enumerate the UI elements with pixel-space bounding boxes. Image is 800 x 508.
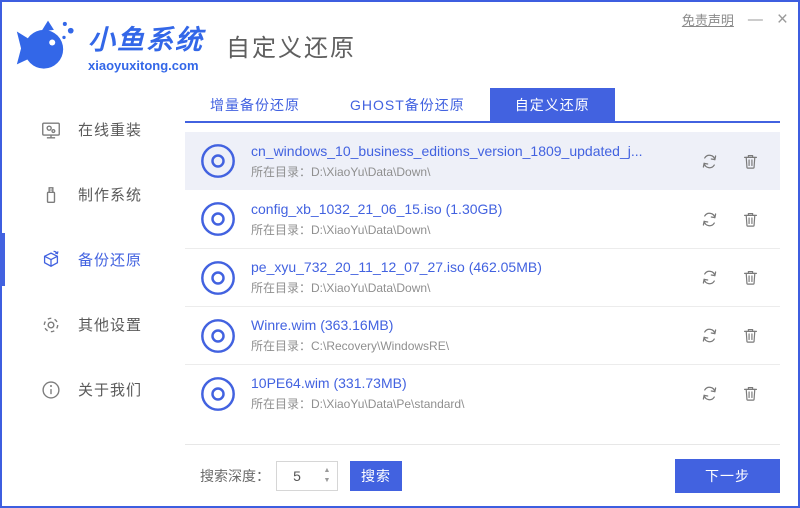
close-button[interactable]: ×: [777, 10, 788, 29]
sidebar-item-label: 备份还原: [78, 252, 143, 269]
sidebar-item-other-settings[interactable]: 其他设置: [2, 292, 185, 357]
stepper-up-icon[interactable]: ▲: [324, 466, 331, 475]
file-path: 所在目录：D:\XiaoYu\Data\Down\: [251, 281, 431, 295]
sidebar-item-make-system[interactable]: 制作系统: [2, 162, 185, 227]
app-window: 免责声明 — × 小鱼系统 xiaoyuxitong.com 自定义还原 在线重…: [0, 0, 800, 508]
table-row[interactable]: pe_xyu_732_20_11_12_07_27.iso (462.05MB)…: [185, 248, 780, 306]
footer-bar: 搜索深度： 5 ▲ ▼ 搜索 下一步: [185, 444, 780, 506]
row-actions: [700, 326, 760, 345]
refresh-icon[interactable]: [700, 326, 719, 345]
titlebar-controls: 免责声明 — ×: [682, 10, 788, 29]
sidebar-item-label: 在线重装: [78, 122, 143, 139]
gear-icon: [40, 314, 62, 336]
file-name: pe_xyu_732_20_11_12_07_27.iso (462.05MB): [251, 259, 542, 275]
row-actions: [700, 210, 760, 229]
backup-file-list: cn_windows_10_business_editions_version_…: [185, 132, 780, 422]
file-info: cn_windows_10_business_editions_version_…: [251, 143, 688, 180]
delete-icon[interactable]: [741, 384, 760, 403]
minimize-button[interactable]: —: [748, 12, 763, 27]
file-info: pe_xyu_732_20_11_12_07_27.iso (462.05MB)…: [251, 259, 688, 296]
file-name: config_xb_1032_21_06_15.iso (1.30GB): [251, 200, 503, 217]
usb-icon: [40, 184, 62, 206]
search-depth-value: 5: [293, 467, 301, 484]
stepper-arrows: ▲ ▼: [317, 462, 337, 490]
delete-icon[interactable]: [741, 152, 760, 171]
tab-0[interactable]: 增量备份还原: [185, 88, 325, 121]
search-depth-label: 搜索深度：: [200, 467, 270, 484]
monitor-icon: [40, 119, 62, 141]
row-actions: [700, 152, 760, 171]
refresh-icon[interactable]: [700, 268, 719, 287]
tab-label: 自定义还原: [514, 96, 590, 113]
fish-logo-icon: [16, 15, 80, 75]
delete-icon[interactable]: [741, 210, 760, 229]
file-info: config_xb_1032_21_06_15.iso (1.30GB) 所在目…: [251, 201, 688, 238]
sidebar-item-label: 关于我们: [78, 382, 143, 399]
file-path: 所在目录：C:\Recovery\WindowsRE\: [251, 339, 450, 353]
sidebar-item-label: 其他设置: [78, 317, 143, 334]
file-name: 10PE64.wim (331.73MB): [251, 375, 407, 391]
search-depth-stepper[interactable]: 5 ▲ ▼: [276, 460, 338, 491]
file-path: 所在目录：D:\XiaoYu\Data\Down\: [251, 222, 431, 237]
refresh-icon[interactable]: [700, 210, 719, 229]
row-actions: [700, 268, 760, 287]
tab-1[interactable]: GHOST备份还原: [325, 88, 490, 121]
row-actions: [700, 384, 760, 403]
search-button[interactable]: 搜索: [350, 460, 402, 491]
page-title: 自定义还原: [226, 34, 356, 62]
file-path: 所在目录：D:\XiaoYu\Data\Down\: [251, 164, 431, 179]
next-step-button[interactable]: 下一步: [675, 458, 780, 493]
disc-icon: [199, 375, 237, 413]
sidebar: 在线重装 制作系统 备份还原 其他设置 关于我们: [0, 88, 185, 506]
disc-icon: [199, 142, 237, 180]
refresh-icon[interactable]: [700, 152, 719, 171]
brand-name: 小鱼系统: [88, 24, 204, 55]
tab-label: 增量备份还原: [210, 96, 300, 113]
main-panel: 增量备份还原 GHOST备份还原 自定义还原 cn_windows_10_bus…: [185, 88, 780, 506]
stepper-down-icon[interactable]: ▼: [324, 476, 331, 485]
sidebar-item-about-us[interactable]: 关于我们: [2, 357, 185, 422]
file-info: 10PE64.wim (331.73MB) 所在目录：D:\XiaoYu\Dat…: [251, 375, 688, 412]
file-path: 所在目录：D:\XiaoYu\Data\Pe\standard\: [251, 397, 465, 411]
refresh-icon[interactable]: [700, 384, 719, 403]
file-name: cn_windows_10_business_editions_version_…: [251, 142, 643, 159]
disclaimer-link[interactable]: 免责声明: [682, 10, 734, 29]
disc-icon: [199, 317, 237, 355]
file-info: Winre.wim (363.16MB) 所在目录：C:\Recovery\Wi…: [251, 317, 688, 354]
brand-domain: xiaoyuxitong.com: [88, 57, 199, 73]
delete-icon[interactable]: [741, 268, 760, 287]
table-row[interactable]: cn_windows_10_business_editions_version_…: [185, 132, 780, 190]
file-name: Winre.wim (363.16MB): [251, 317, 394, 333]
tab-2[interactable]: 自定义还原: [489, 88, 615, 121]
header: 小鱼系统 xiaoyuxitong.com 自定义还原: [2, 2, 798, 88]
content-area: 在线重装 制作系统 备份还原 其他设置 关于我们 增量备份还原 GHOST备份还…: [0, 88, 798, 506]
disc-icon: [199, 200, 237, 238]
disc-icon: [199, 259, 237, 297]
tab-label: GHOST备份还原: [350, 96, 465, 113]
table-row[interactable]: Winre.wim (363.16MB) 所在目录：C:\Recovery\Wi…: [185, 306, 780, 364]
sidebar-item-label: 制作系统: [78, 187, 143, 204]
table-row[interactable]: config_xb_1032_21_06_15.iso (1.30GB) 所在目…: [185, 190, 780, 248]
delete-icon[interactable]: [741, 326, 760, 345]
info-icon: [40, 379, 62, 401]
sidebar-item-backup-restore[interactable]: 备份还原: [0, 227, 185, 292]
tab-bar: 增量备份还原 GHOST备份还原 自定义还原: [185, 88, 780, 123]
table-row[interactable]: 10PE64.wim (331.73MB) 所在目录：D:\XiaoYu\Dat…: [185, 364, 780, 422]
backup-icon: [40, 249, 62, 271]
brand-block: 小鱼系统 xiaoyuxitong.com: [88, 18, 204, 73]
sidebar-item-online-reinstall[interactable]: 在线重装: [2, 97, 185, 162]
